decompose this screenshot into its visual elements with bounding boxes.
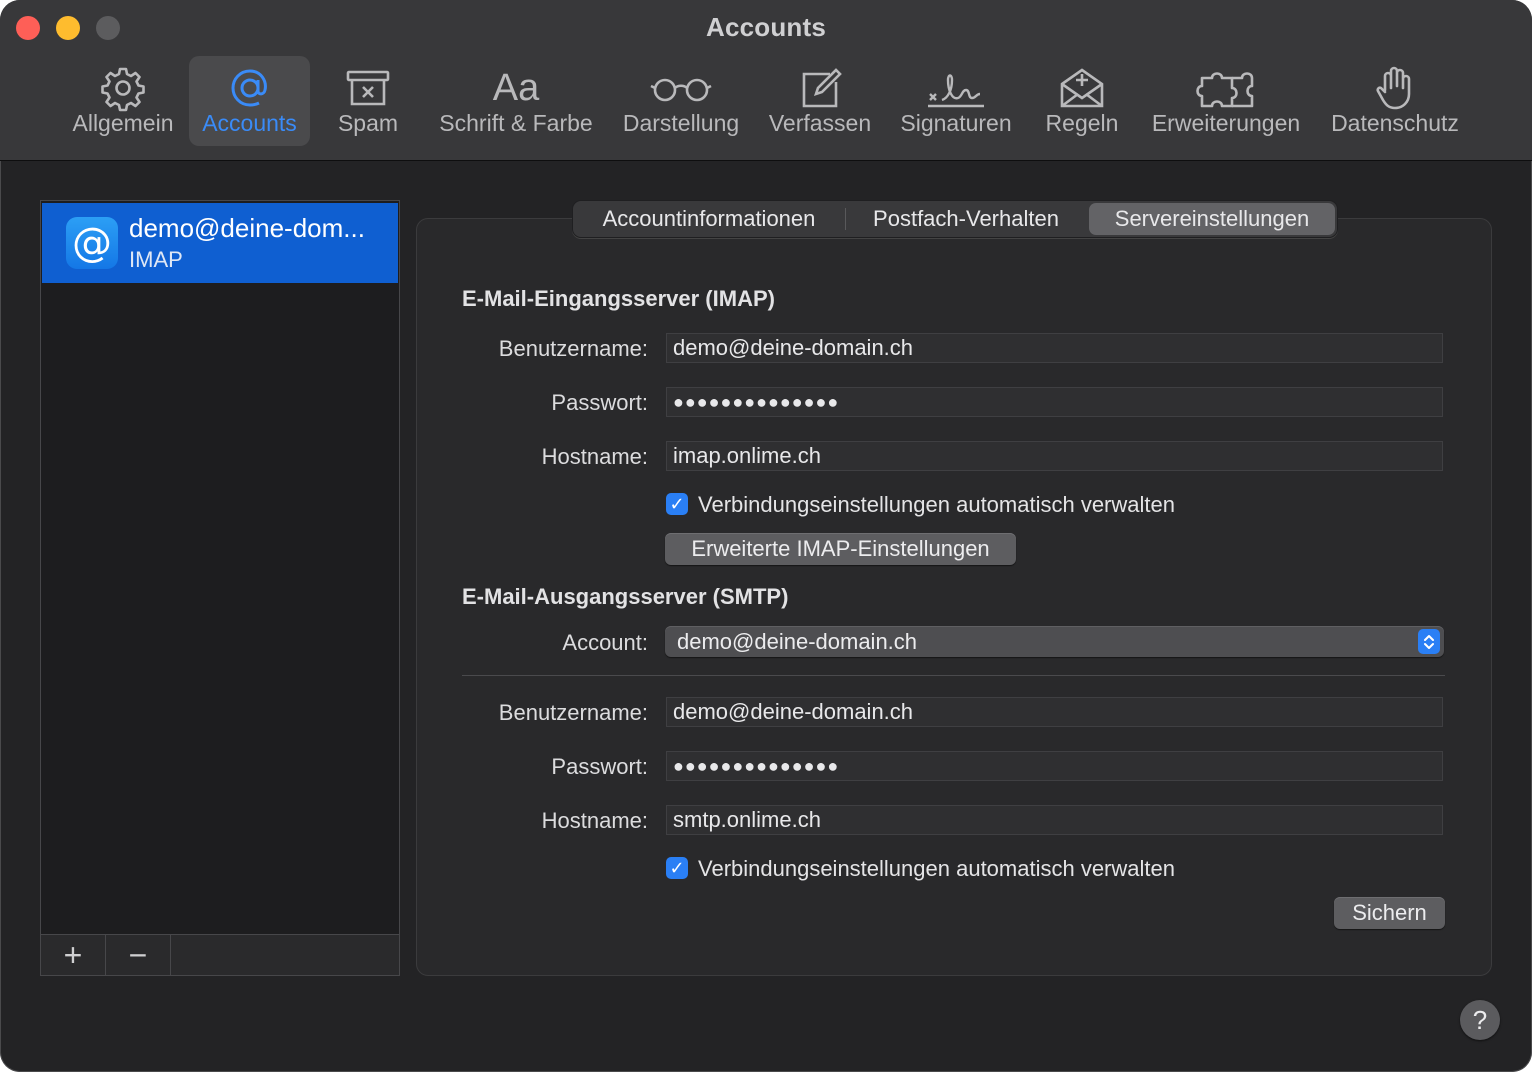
incoming-password-label: Passwort:: [551, 390, 648, 415]
incoming-username-field[interactable]: demo@deine-domain.ch: [666, 333, 1443, 363]
hand-icon: [1376, 66, 1411, 110]
toolbar-label: Erweiterungen: [1151, 110, 1301, 136]
window-title: Accounts: [705, 12, 827, 42]
incoming-hostname-field[interactable]: imap.onlime.ch: [666, 441, 1443, 471]
outgoing-account-label: Account:: [562, 630, 648, 655]
add-account-button[interactable]: +: [41, 935, 106, 975]
toolbar-label: Allgemein: [72, 110, 174, 136]
account-avatar: @: [66, 217, 118, 269]
divider: [462, 675, 1445, 676]
account-list[interactable]: @ demo@deine-dom... IMAP: [40, 200, 400, 935]
account-name: demo@deine-dom...: [129, 213, 365, 243]
toolbar-label: Darstellung: [622, 110, 740, 136]
toolbar-item-erweiterungen[interactable]: Erweiterungen: [1146, 56, 1306, 146]
glasses-icon: [650, 78, 712, 102]
puzzle-icon: [1196, 72, 1254, 108]
account-type: IMAP: [129, 247, 183, 272]
tab-bar: Accountinformationen Postfach-Verhalten …: [572, 200, 1338, 238]
incoming-password-field[interactable]: ●●●●●●●●●●●●●●: [666, 387, 1443, 417]
help-button[interactable]: ?: [1460, 1000, 1500, 1040]
outgoing-hostname-field[interactable]: smtp.onlime.ch: [666, 805, 1443, 835]
outgoing-server-heading: E-Mail-Ausgangsserver (SMTP): [462, 584, 789, 609]
toolbar-label: Regeln: [1045, 110, 1119, 136]
toolbar-item-datenschutz[interactable]: Datenschutz: [1324, 56, 1466, 146]
outgoing-password-field[interactable]: ●●●●●●●●●●●●●●: [666, 751, 1443, 781]
outgoing-username-field[interactable]: demo@deine-domain.ch: [666, 697, 1443, 727]
toolbar-item-signaturen[interactable]: Signaturen: [894, 56, 1018, 146]
outgoing-account-value: demo@deine-domain.ch: [677, 629, 918, 654]
toolbar-item-darstellung[interactable]: Darstellung: [616, 56, 746, 146]
font-icon: Aa: [492, 67, 540, 109]
toolbar-label: Schrift & Farbe: [439, 110, 593, 136]
toolbar-label: Signaturen: [900, 110, 1012, 136]
incoming-server-heading: E-Mail-Eingangsserver (IMAP): [462, 286, 775, 311]
save-button[interactable]: Sichern: [1334, 897, 1445, 929]
toolbar-item-schrift-farbe[interactable]: Aa Schrift & Farbe: [432, 56, 600, 146]
incoming-username-label: Benutzername:: [498, 336, 648, 361]
toolbar-item-spam[interactable]: Spam: [326, 56, 410, 146]
preferences-window: Accounts Allgemein Accounts Spam Aa Schr…: [0, 0, 1532, 1072]
outgoing-account-select[interactable]: demo@deine-domain.ch: [665, 626, 1444, 657]
toolbar-item-regeln[interactable]: Regeln: [1038, 56, 1126, 146]
outgoing-username-label: Benutzername:: [498, 700, 648, 725]
toolbar: Accounts Allgemein Accounts Spam Aa Schr…: [0, 0, 1532, 161]
toolbar-label: Spam: [337, 110, 399, 136]
toolbar-item-allgemein[interactable]: Allgemein: [66, 56, 180, 146]
remove-account-button[interactable]: −: [106, 935, 171, 975]
junk-tray-icon: [346, 70, 390, 106]
at-icon: [230, 69, 267, 107]
account-list-item[interactable]: @ demo@deine-dom... IMAP: [42, 203, 398, 283]
toolbar-label: Datenschutz: [1331, 110, 1459, 136]
account-list-toolbar: + −: [40, 934, 400, 976]
tab-servereinstellungen[interactable]: Servereinstellungen: [1089, 203, 1335, 235]
rules-envelope-icon: [1060, 68, 1104, 108]
toolbar-label: Verfassen: [768, 110, 872, 136]
outgoing-hostname-label: Hostname:: [541, 808, 648, 833]
outgoing-auto-manage-label: Verbindungseinstellungen automatisch ver…: [698, 856, 1175, 881]
tab-accountinformationen[interactable]: Accountinformationen: [573, 208, 846, 230]
gear-icon: [101, 67, 145, 112]
incoming-hostname-label: Hostname:: [541, 444, 648, 469]
incoming-auto-manage-checkbox[interactable]: ✓: [666, 493, 688, 515]
incoming-auto-manage-label: Verbindungseinstellungen automatisch ver…: [698, 492, 1175, 517]
toolbar-label: Accounts: [202, 110, 297, 136]
toolbar-item-verfassen[interactable]: Verfassen: [764, 56, 876, 146]
compose-icon: [802, 68, 842, 108]
toolbar-item-accounts[interactable]: Accounts: [189, 56, 310, 146]
outgoing-auto-manage-checkbox[interactable]: ✓: [666, 857, 688, 879]
signature-icon: [928, 74, 984, 108]
advanced-imap-settings-button[interactable]: Erweiterte IMAP-Einstellungen: [665, 533, 1016, 565]
outgoing-password-label: Passwort:: [551, 754, 648, 779]
chevron-up-down-icon: [1418, 629, 1440, 654]
tab-postfach-verhalten[interactable]: Postfach-Verhalten: [847, 201, 1085, 237]
